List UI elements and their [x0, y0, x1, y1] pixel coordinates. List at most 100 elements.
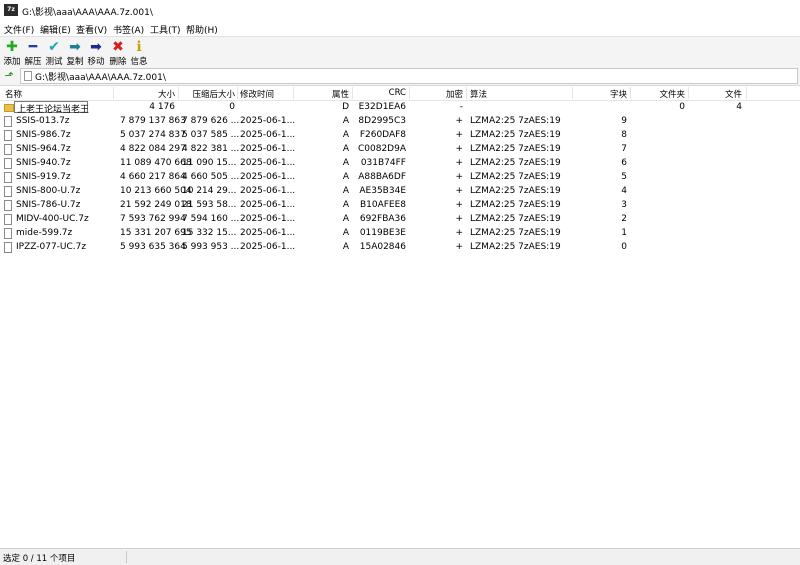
- cell-attributes: A: [342, 172, 349, 182]
- column-divider[interactable]: [746, 87, 747, 99]
- column-divider[interactable]: [237, 87, 238, 99]
- cell-attributes: A: [342, 200, 349, 210]
- cell-block: 3: [621, 200, 627, 210]
- cell-size: 11 089 470 668: [120, 158, 192, 168]
- file-icon: [4, 214, 12, 225]
- info-button[interactable]: ℹ 信息: [128, 39, 150, 67]
- table-row[interactable]: SNIS-964.7z 4 822 084 297 4 822 381 ... 202…: [0, 143, 800, 157]
- col-size[interactable]: 大小: [120, 88, 175, 100]
- file-icon: [4, 242, 12, 253]
- column-divider[interactable]: [630, 87, 631, 99]
- cell-modified: 2025-06-1...: [240, 144, 296, 154]
- cell-name: SNIS-940.7z: [16, 158, 71, 168]
- file-icon: [4, 158, 12, 169]
- cell-name: 上老王论坛当老王: [17, 105, 90, 115]
- cell-packed-size: 21 593 58...: [182, 200, 237, 210]
- cell-encrypted: +: [455, 186, 463, 196]
- menu-bookmarks[interactable]: 书签(A): [113, 23, 144, 36]
- cell-block: 6: [621, 158, 627, 168]
- column-divider[interactable]: [466, 87, 467, 99]
- path-input[interactable]: G:\影视\aaa\AAA\AAA.7z.001\: [20, 68, 798, 84]
- cell-folders: 0: [679, 102, 685, 112]
- column-header-row: 名称 大小 压缩后大小 修改时间 属性 CRC 加密 算法 字块 文件夹 文件: [0, 86, 800, 101]
- col-folders[interactable]: 文件夹: [640, 88, 685, 100]
- col-encrypted[interactable]: 加密: [420, 88, 463, 100]
- col-attributes[interactable]: 属性: [300, 88, 349, 100]
- cell-method: LZMA2:25 7zAES:19: [470, 172, 561, 182]
- cell-attributes: A: [342, 186, 349, 196]
- cell-packed-size: 4 660 505 ...: [182, 172, 240, 182]
- test-icon: ✔: [48, 39, 60, 55]
- status-text: 选定 0 / 11 个项目: [3, 554, 76, 564]
- col-modified[interactable]: 修改时间: [240, 88, 274, 100]
- col-block[interactable]: 字块: [580, 88, 627, 100]
- cell-name: SNIS-919.7z: [16, 172, 71, 182]
- archive-icon: [24, 71, 32, 81]
- cell-method: LZMA2:25 7zAES:19: [470, 242, 561, 252]
- app-icon: 7z: [4, 4, 18, 16]
- file-icon: [4, 186, 12, 197]
- column-divider[interactable]: [178, 87, 179, 99]
- file-icon: [4, 130, 12, 141]
- rename-field[interactable]: 上老王论坛当老王: [14, 101, 90, 115]
- cell-crc: E32D1EA6: [358, 102, 406, 112]
- table-row[interactable]: 上老王论坛当老王 4 176 0 D E32D1EA6 - 0 4: [0, 101, 800, 115]
- cell-method: LZMA2:25 7zAES:19: [470, 214, 561, 224]
- cell-packed-size: 4 822 381 ...: [182, 144, 240, 154]
- move-button[interactable]: ➡ 移动: [85, 39, 107, 67]
- column-divider[interactable]: [352, 87, 353, 99]
- menu-view[interactable]: 查看(V): [76, 23, 107, 36]
- table-row[interactable]: IPZZ-077-UC.7z 5 993 635 364 5 993 953 ...…: [0, 241, 800, 255]
- menu-file[interactable]: 文件(F): [4, 23, 34, 36]
- column-divider[interactable]: [688, 87, 689, 99]
- move-icon: ➡: [90, 39, 102, 55]
- cell-packed-size: 10 214 29...: [182, 186, 237, 196]
- table-row[interactable]: SSIS-013.7z 7 879 137 863 7 879 626 ... 202…: [0, 115, 800, 129]
- table-row[interactable]: mide-599.7z 15 331 207 695 15 332 15... 202…: [0, 227, 800, 241]
- col-name[interactable]: 名称: [5, 88, 22, 100]
- table-row[interactable]: SNIS-800-U.7z 10 213 660 504 10 214 29... 2…: [0, 185, 800, 199]
- cell-modified: 2025-06-1...: [240, 116, 296, 126]
- column-divider[interactable]: [113, 87, 114, 99]
- cell-method: LZMA2:25 7zAES:19: [470, 228, 561, 238]
- menu-bar: 文件(F) 编辑(E) 查看(V) 书签(A) 工具(T) 帮助(H): [0, 22, 800, 36]
- col-packed-size[interactable]: 压缩后大小: [182, 88, 235, 100]
- cell-encrypted: +: [455, 130, 463, 140]
- cell-name: SNIS-986.7z: [16, 130, 71, 140]
- menu-tools[interactable]: 工具(T): [150, 23, 181, 36]
- table-row[interactable]: SNIS-919.7z 4 660 217 864 4 660 505 ... 202…: [0, 171, 800, 185]
- cell-attributes: A: [342, 158, 349, 168]
- col-method[interactable]: 算法: [470, 88, 487, 100]
- cell-encrypted: +: [455, 200, 463, 210]
- cell-size: 5 037 274 837: [120, 130, 186, 140]
- table-row[interactable]: SNIS-786-U.7z 21 592 249 018 21 593 58... 2…: [0, 199, 800, 213]
- cell-modified: 2025-06-1...: [240, 228, 296, 238]
- column-divider[interactable]: [572, 87, 573, 99]
- menu-edit[interactable]: 编辑(E): [40, 23, 71, 36]
- cell-encrypted: +: [455, 242, 463, 252]
- column-divider[interactable]: [293, 87, 294, 99]
- col-crc[interactable]: CRC: [360, 88, 406, 98]
- col-files[interactable]: 文件: [700, 88, 742, 100]
- cell-attributes: A: [342, 130, 349, 140]
- column-divider[interactable]: [409, 87, 410, 99]
- cell-attributes: D: [342, 102, 349, 112]
- table-row[interactable]: MIDV-400-UC.7z 7 593 762 994 7 594 160 ...…: [0, 213, 800, 227]
- cell-packed-size: 7 879 626 ...: [182, 116, 240, 126]
- file-icon: [4, 228, 12, 239]
- cell-crc: 0119BE3E: [359, 228, 406, 238]
- cell-name: SNIS-786-U.7z: [16, 200, 81, 210]
- cell-method: LZMA2:25 7zAES:19: [470, 144, 561, 154]
- menu-help[interactable]: 帮助(H): [186, 23, 218, 36]
- cell-crc: F260DAF8: [359, 130, 406, 140]
- cell-method: LZMA2:25 7zAES:19: [470, 116, 561, 126]
- table-row[interactable]: SNIS-986.7z 5 037 274 837 5 037 585 ... 202…: [0, 129, 800, 143]
- cell-packed-size: 15 332 15...: [182, 228, 237, 238]
- cell-block: 8: [621, 130, 627, 140]
- file-icon: [4, 200, 12, 211]
- folder-up-icon[interactable]: ⬏: [3, 70, 15, 82]
- file-list[interactable]: 名称 大小 压缩后大小 修改时间 属性 CRC 加密 算法 字块 文件夹 文件 …: [0, 86, 800, 548]
- cell-packed-size: 11 090 15...: [182, 158, 237, 168]
- table-row[interactable]: SNIS-940.7z 11 089 470 668 11 090 15... 202…: [0, 157, 800, 171]
- cell-name: SNIS-964.7z: [16, 144, 71, 154]
